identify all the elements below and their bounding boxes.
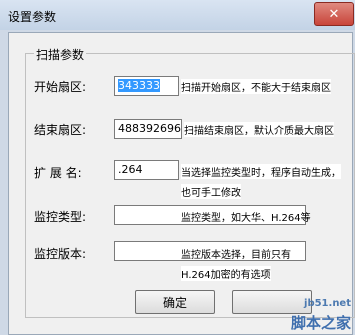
end-sector-label: 结束扇区: [34,123,87,137]
monitor-type-hint: 监控类型，如大华、H.264等 [181,213,311,224]
extension-hint-line2: 也可手工修改 [181,184,241,199]
end-sector-value: 488392696 [118,122,181,135]
extension-label: 扩 展 名: [34,166,82,180]
monitor-version-label: 监控版本: [34,247,87,261]
watermark-logo: 脚本之家 [290,314,351,332]
monitor-version-hint-line2: H.264加密的有选项 [181,266,271,281]
end-sector-hint: 扫描结束扇区，默认介质最大扇区 [184,122,334,137]
title-bar[interactable]: 设置参数 ✕ [0,0,355,30]
watermark-url: jb51.net [304,298,351,309]
extension-value: .264 [118,163,143,176]
extension-input[interactable]: .264 [114,160,179,180]
ok-button[interactable]: 确定 [135,290,215,314]
settings-dialog: 设置参数 ✕ 扫描参数 开始扇区: 343333 扫描开始扇区，不能大于结束扇区… [0,0,355,335]
monitor-version-hint: 监控版本选择，目前只有 [181,250,291,261]
start-sector-input[interactable]: 343333 [114,76,179,96]
ok-button-label: 确定 [162,295,187,310]
extension-hint: 当选择监控类型时，程序自动生成， [181,164,341,179]
end-sector-input[interactable]: 488392696 [114,119,182,139]
site-watermark: jb51.net 脚本之家 [264,298,355,335]
start-sector-hint: 扫描开始扇区，不能大于结束扇区 [181,79,331,94]
close-button[interactable]: ✕ [314,2,354,26]
close-icon: ✕ [328,6,340,22]
window-title: 设置参数 [8,10,57,24]
monitor-type-label: 监控类型: [34,210,87,224]
group-title: 扫描参数 [34,46,87,63]
start-sector-value: 343333 [118,79,160,92]
start-sector-label: 开始扇区: [34,80,87,94]
